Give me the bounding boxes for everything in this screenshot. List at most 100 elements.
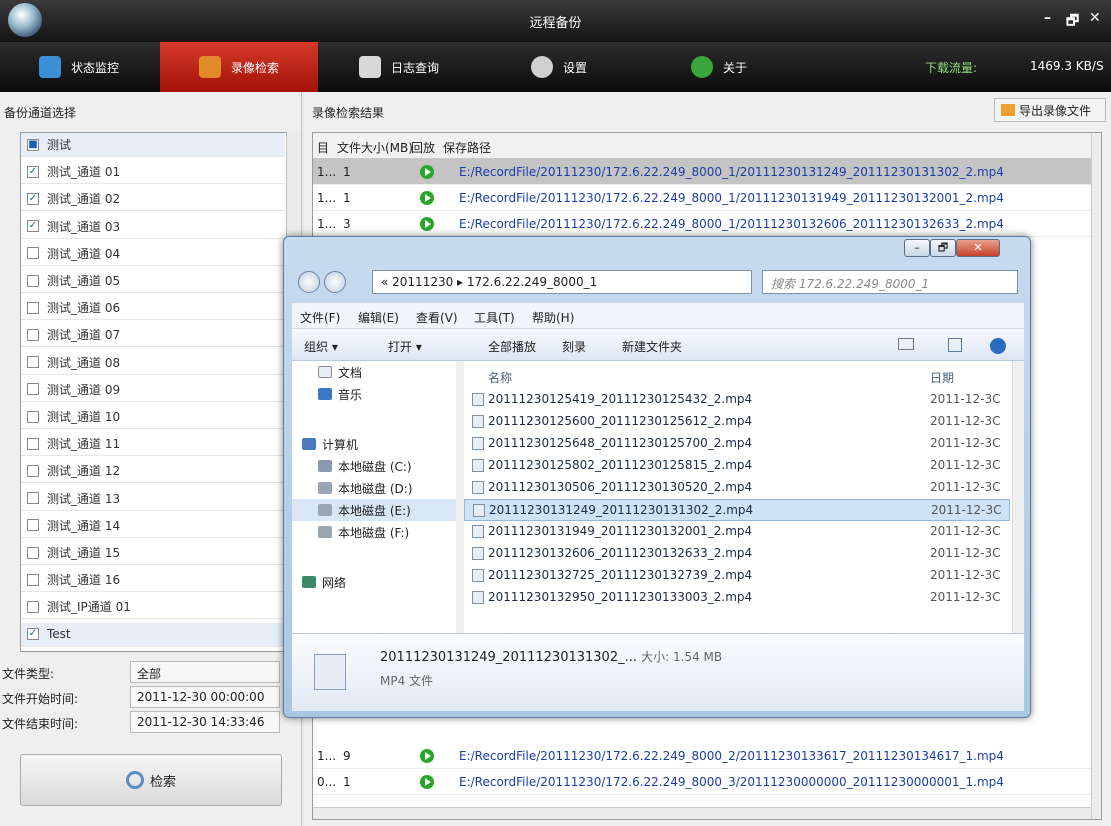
menu-help[interactable]: 帮助(H): [532, 309, 574, 326]
table-row[interactable]: 1... 1 E:/RecordFile/20111230/172.6.22.2…: [313, 185, 1091, 211]
explorer-search-input[interactable]: 搜索 172.6.22.249_8000_1: [762, 270, 1018, 294]
menu-edit[interactable]: 编辑(E): [358, 309, 399, 326]
channel-item[interactable]: 测试_通道 07: [21, 323, 285, 348]
file-row[interactable]: 20111230132606_20111230132633_2.mp4 2011-…: [464, 543, 1010, 565]
nav-network[interactable]: 网络: [292, 571, 464, 593]
checkbox[interactable]: [27, 328, 39, 341]
file-row[interactable]: 20111230132950_20111230133003_2.mp4 2011-…: [464, 587, 1010, 609]
channel-item[interactable]: 测试_通道 09: [21, 378, 285, 402]
maximize-button[interactable]: 🗗: [1066, 10, 1079, 34]
channel-item[interactable]: 测试_通道 15: [21, 541, 285, 565]
new-folder-button[interactable]: 新建文件夹: [622, 338, 682, 355]
column-name[interactable]: 名称: [488, 369, 512, 386]
channel-item[interactable]: 测试_IP通道 01: [21, 595, 285, 620]
checkbox[interactable]: [27, 383, 39, 396]
table-vertical-scrollbar[interactable]: [1091, 133, 1101, 819]
checkbox[interactable]: [27, 464, 39, 477]
channel-item[interactable]: 测试_通道 10: [21, 405, 285, 429]
burn-button[interactable]: 刻录: [562, 338, 586, 355]
nav-scrollbar[interactable]: [456, 361, 464, 633]
tab-about[interactable]: 关于: [640, 42, 798, 92]
table-horizontal-scrollbar[interactable]: [313, 807, 1091, 819]
tab-log-query[interactable]: 日志查询: [320, 42, 478, 92]
checkbox[interactable]: ✓: [27, 628, 39, 641]
minimize-button[interactable]: –: [1044, 10, 1051, 26]
column-header[interactable]: 保存路径: [443, 139, 491, 156]
nav-music[interactable]: 音乐: [292, 383, 464, 405]
channel-item[interactable]: ✓ 测试_通道 03: [21, 215, 285, 239]
file-type-select[interactable]: 全部: [130, 661, 280, 683]
column-header[interactable]: 目: [317, 139, 329, 156]
file-row[interactable]: 20111230125419_20111230125432_2.mp4 2011-…: [464, 389, 1010, 411]
dialog-minimize-button[interactable]: –: [904, 239, 930, 257]
address-input[interactable]: « 20111230 ▸ 172.6.22.249_8000_1: [372, 270, 752, 294]
table-row[interactable]: 1... 3 E:/RecordFile/20111230/172.6.22.2…: [313, 211, 1091, 237]
play-icon[interactable]: [420, 217, 434, 231]
nav-drive-e[interactable]: 本地磁盘 (E:): [292, 499, 464, 521]
checkbox[interactable]: [27, 573, 39, 586]
end-time-field[interactable]: 2011-12-30 14:33:46: [130, 711, 280, 733]
file-row[interactable]: 20111230130506_20111230130520_2.mp4 2011-…: [464, 477, 1010, 499]
checkbox[interactable]: [27, 247, 39, 260]
nav-drive-d[interactable]: 本地磁盘 (D:): [292, 477, 464, 499]
table-row[interactable]: 1... 9 E:/RecordFile/20111230/172.6.22.2…: [313, 743, 1091, 769]
column-header[interactable]: 文件大小(MB): [337, 139, 413, 156]
checkbox[interactable]: [27, 356, 39, 369]
menu-view[interactable]: 查看(V): [416, 309, 458, 326]
channel-item[interactable]: 测试_通道 14: [21, 514, 285, 538]
export-button[interactable]: 导出录像文件: [994, 98, 1106, 122]
tab-record-search[interactable]: 录像检索: [160, 42, 318, 92]
preview-pane-icon[interactable]: [948, 338, 962, 352]
help-icon[interactable]: [990, 338, 1006, 354]
file-row[interactable]: 20111230131949_20111230132001_2.mp4 2011-…: [464, 521, 1010, 543]
file-row-selected[interactable]: 20111230131249_20111230131302_2.mp4 2011-…: [464, 499, 1010, 521]
search-button[interactable]: 检索: [20, 754, 282, 806]
channel-item[interactable]: 测试_通道 04: [21, 242, 285, 266]
column-date[interactable]: 日期: [930, 369, 954, 386]
close-button[interactable]: ✕: [1089, 10, 1101, 26]
file-list-scrollbar[interactable]: [1012, 361, 1024, 633]
play-icon[interactable]: [420, 775, 434, 789]
channel-group[interactable]: ■ 测试: [21, 133, 285, 157]
tab-settings[interactable]: 设置: [480, 42, 638, 92]
table-row[interactable]: 0... 1 E:/RecordFile/20111230/172.6.22.2…: [313, 769, 1091, 795]
nav-drive-c[interactable]: 本地磁盘 (C:): [292, 455, 464, 477]
channel-item[interactable]: 测试_通道 16: [21, 568, 285, 593]
play-icon[interactable]: [420, 191, 434, 205]
forward-icon[interactable]: [324, 271, 346, 293]
column-header[interactable]: 回放: [411, 139, 435, 156]
checkbox[interactable]: [27, 600, 39, 613]
channel-item[interactable]: ✓ 测试_通道 02: [21, 187, 285, 212]
channel-item[interactable]: 测试_通道 12: [21, 459, 285, 484]
menu-file[interactable]: 文件(F): [300, 309, 340, 326]
dialog-maximize-button[interactable]: 🗗: [930, 239, 956, 257]
back-icon[interactable]: [298, 271, 320, 293]
nav-computer[interactable]: 计算机: [292, 433, 464, 455]
file-row[interactable]: 20111230125600_20111230125612_2.mp4 2011-…: [464, 411, 1010, 433]
tab-status-monitor[interactable]: 状态监控: [0, 42, 158, 92]
play-icon[interactable]: [420, 165, 434, 179]
checkbox[interactable]: [27, 437, 39, 450]
checkbox[interactable]: [27, 301, 39, 314]
channel-group[interactable]: ✓ Test: [21, 622, 285, 647]
nav-drive-f[interactable]: 本地磁盘 (F:): [292, 521, 464, 543]
channel-item[interactable]: 测试_通道 05: [21, 269, 285, 293]
table-row[interactable]: 1... 1 E:/RecordFile/20111230/172.6.22.2…: [313, 159, 1091, 185]
channel-item[interactable]: 测试_通道 13: [21, 487, 285, 511]
checkbox[interactable]: [27, 492, 39, 505]
file-row[interactable]: 20111230132725_20111230132739_2.mp4 2011-…: [464, 565, 1010, 587]
play-icon[interactable]: [420, 749, 434, 763]
menu-tools[interactable]: 工具(T): [474, 309, 515, 326]
checkbox[interactable]: ■: [27, 138, 39, 151]
channel-item[interactable]: 测试_通道 06: [21, 296, 285, 321]
checkbox[interactable]: [27, 274, 39, 287]
organize-button[interactable]: 组织 ▾: [304, 338, 338, 355]
checkbox[interactable]: [27, 519, 39, 532]
dialog-close-button[interactable]: ✕: [956, 239, 1000, 257]
channel-item[interactable]: 测试_通道 11: [21, 432, 285, 457]
file-row[interactable]: 20111230125648_20111230125700_2.mp4 2011-…: [464, 433, 1010, 455]
checkbox[interactable]: ✓: [27, 192, 39, 205]
nav-documents[interactable]: 文档: [292, 361, 464, 383]
checkbox[interactable]: ✓: [27, 165, 39, 178]
checkbox[interactable]: ✓: [27, 220, 39, 233]
